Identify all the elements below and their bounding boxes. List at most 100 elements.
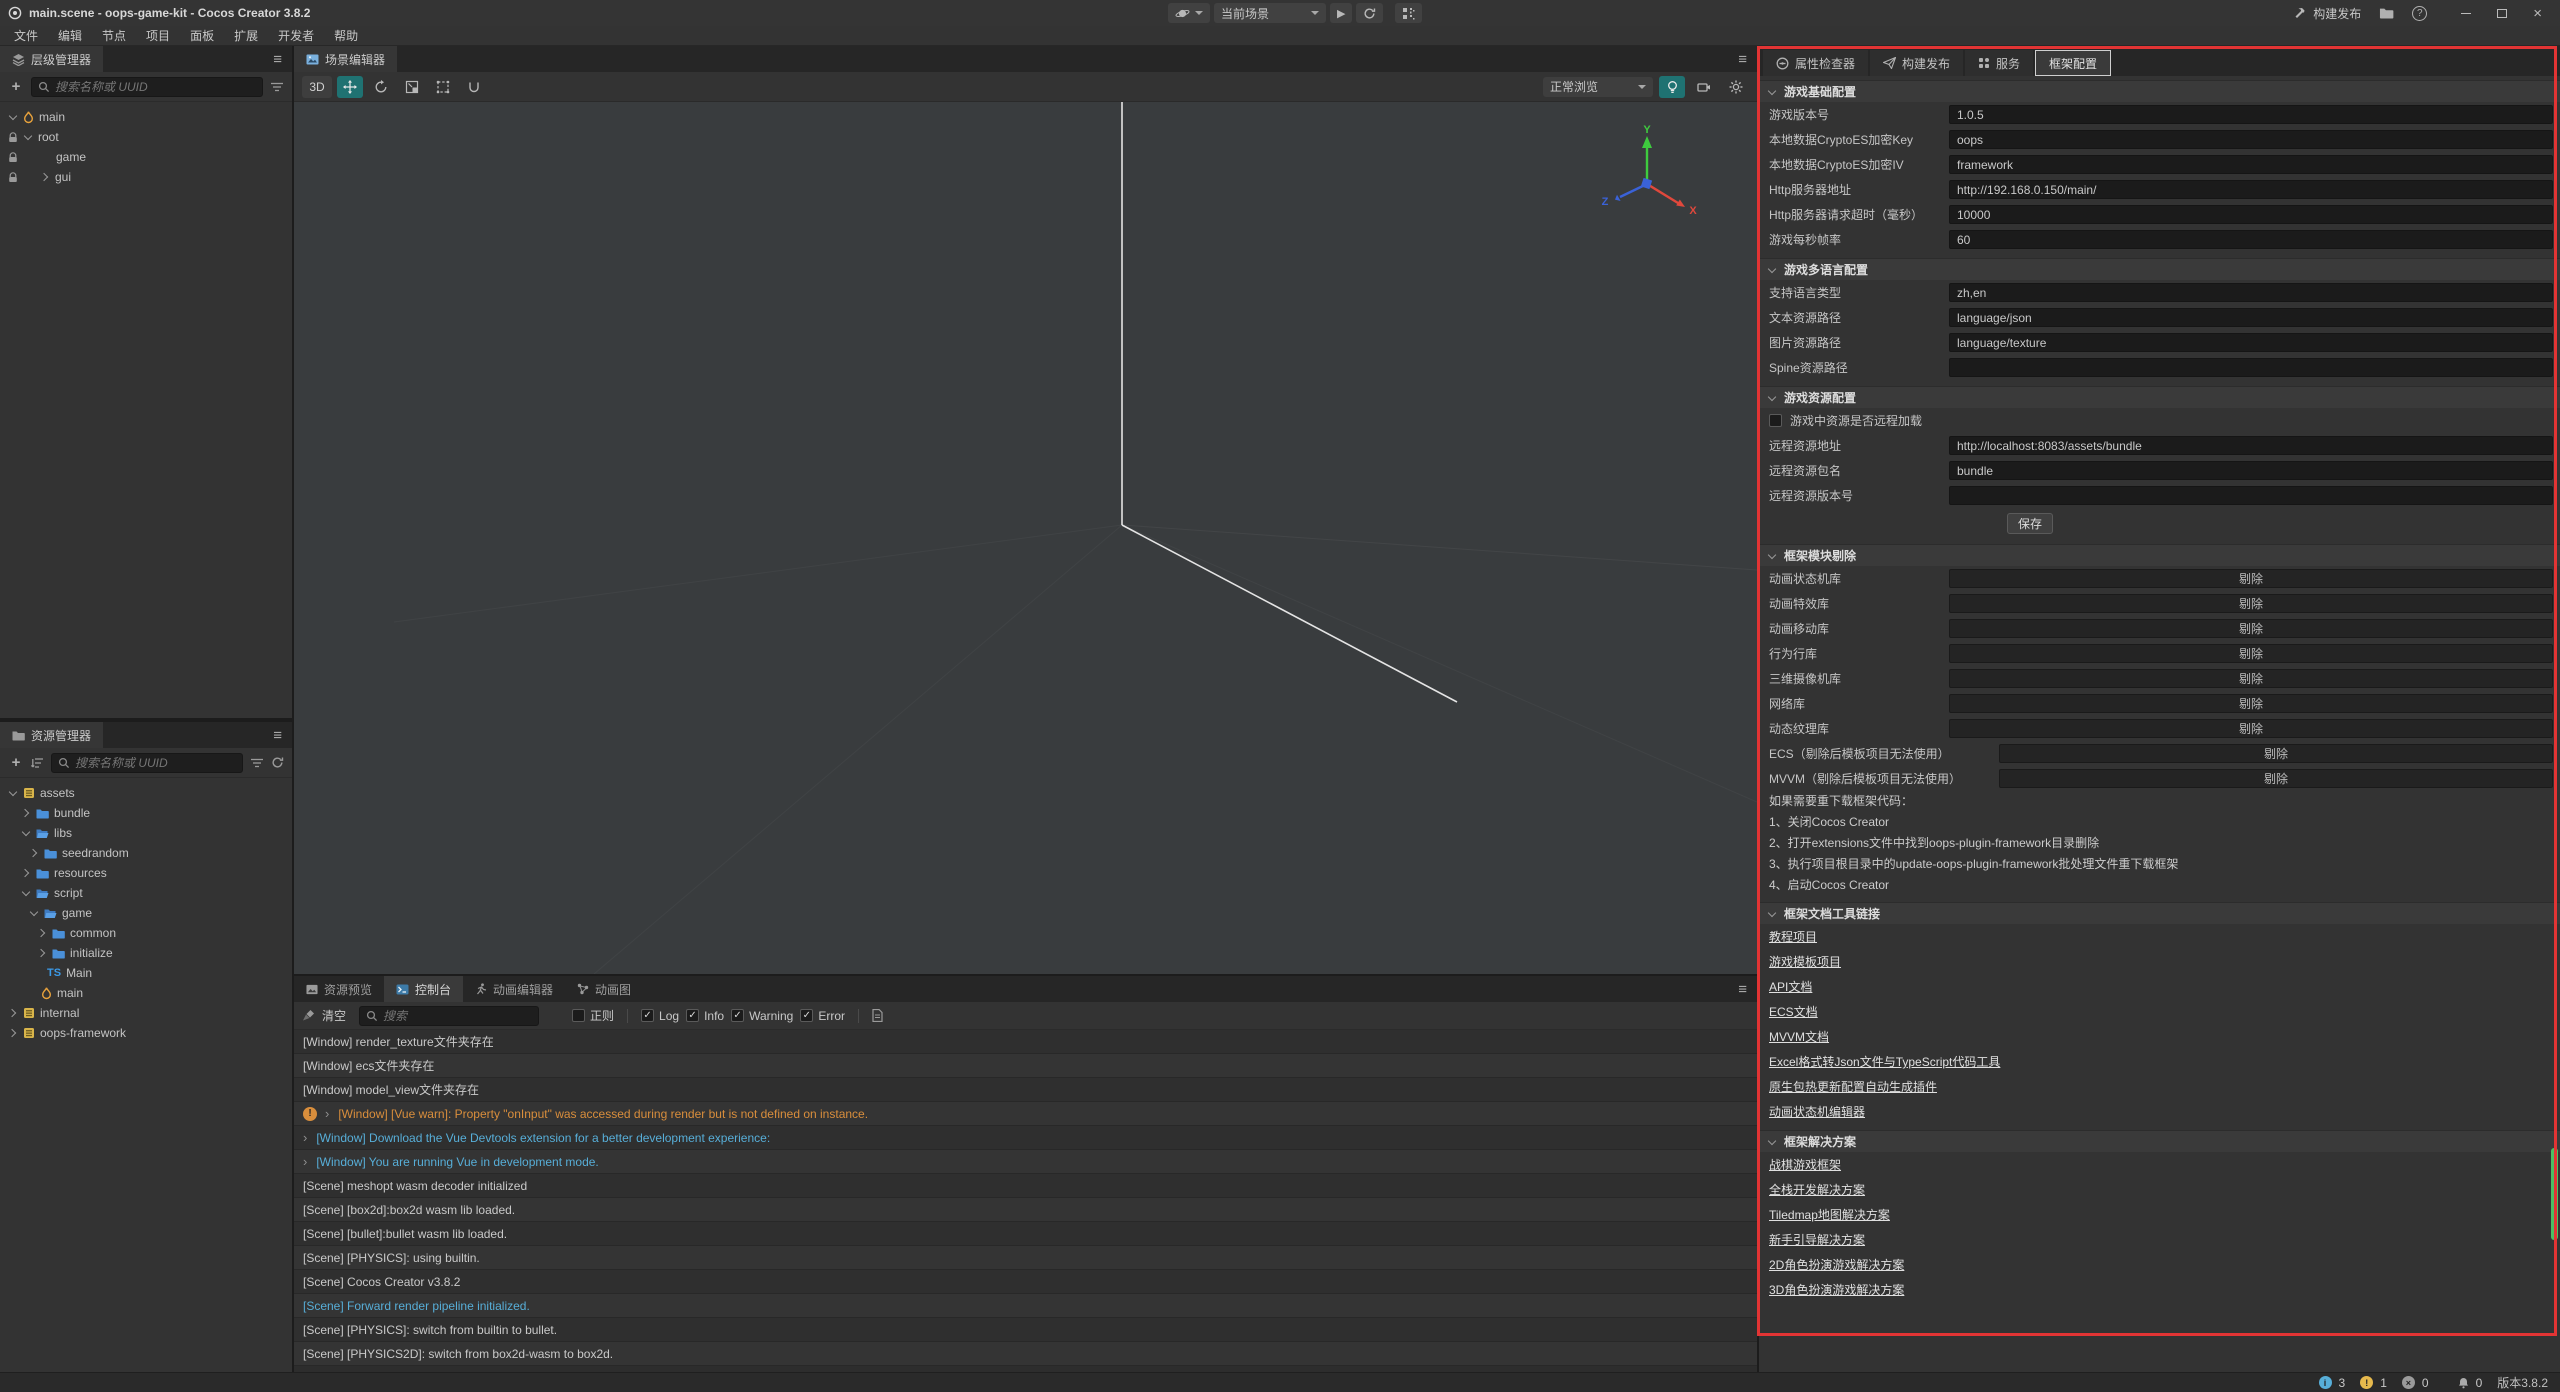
remove-button[interactable]: 剔除 bbox=[1949, 694, 2553, 713]
chevron-right-icon[interactable] bbox=[8, 1028, 18, 1038]
remove-button[interactable]: 剔除 bbox=[1949, 619, 2553, 638]
chevron-down-icon[interactable] bbox=[29, 908, 39, 918]
tree-node-main[interactable]: main bbox=[0, 107, 292, 127]
clear-button[interactable]: 清空 bbox=[322, 1007, 346, 1024]
gizmo-space-button[interactable] bbox=[461, 76, 487, 98]
chevron-right-icon[interactable] bbox=[21, 808, 31, 818]
add-asset-button[interactable]: + bbox=[8, 754, 24, 771]
broom-icon[interactable] bbox=[302, 1009, 315, 1022]
log-row-info[interactable]: › [Window] Download the Vue Devtools ext… bbox=[294, 1126, 1757, 1150]
menu-file[interactable]: 文件 bbox=[4, 27, 48, 44]
chevron-down-icon[interactable] bbox=[8, 112, 18, 122]
log-row[interactable]: [Scene] [PHYSICS2D]: switch from box2d-w… bbox=[294, 1342, 1757, 1366]
section-game-base-config[interactable]: 游戏基础配置 bbox=[1759, 80, 2560, 102]
tab-scene-editor[interactable]: 场景编辑器 bbox=[294, 46, 397, 72]
asset-row-main-scene[interactable]: main bbox=[0, 983, 292, 1003]
log-row[interactable]: [Scene] [PHYSICS]: using builtin. bbox=[294, 1246, 1757, 1270]
tab-assets[interactable]: 资源管理器 bbox=[0, 722, 103, 748]
remove-button[interactable]: 剔除 bbox=[1949, 644, 2553, 663]
section-solutions[interactable]: 框架解决方案 bbox=[1759, 1130, 2560, 1152]
chevron-down-icon[interactable] bbox=[8, 788, 18, 798]
error-icon[interactable]: × bbox=[2402, 1376, 2415, 1389]
help-icon[interactable]: ? bbox=[2412, 6, 2427, 21]
preview-target-button[interactable] bbox=[1168, 3, 1210, 23]
asset-row-resources[interactable]: resources bbox=[0, 863, 292, 883]
menu-developer[interactable]: 开发者 bbox=[268, 27, 324, 44]
doc-link[interactable]: 教程项目 bbox=[1769, 928, 1817, 945]
remove-button[interactable]: 剔除 bbox=[1949, 719, 2553, 738]
doc-link[interactable]: MVVM文档 bbox=[1769, 1028, 1829, 1045]
log-row[interactable]: [Scene] Cocos Creator v3.8.2 bbox=[294, 1270, 1757, 1294]
regex-filter[interactable]: 正则 bbox=[572, 1007, 614, 1024]
folder-icon[interactable] bbox=[2379, 7, 2394, 19]
chevron-right-icon[interactable] bbox=[37, 948, 47, 958]
http-timeout-input[interactable] bbox=[1949, 205, 2553, 224]
console-menu-icon[interactable]: ≡ bbox=[1728, 976, 1757, 1002]
menu-project[interactable]: 项目 bbox=[136, 27, 180, 44]
solution-link[interactable]: 新手引导解决方案 bbox=[1769, 1231, 1865, 1248]
asset-row-initialize[interactable]: initialize bbox=[0, 943, 292, 963]
log-row[interactable]: [Window] ecs文件夹存在 bbox=[294, 1054, 1757, 1078]
hierarchy-search-input[interactable] bbox=[55, 80, 256, 94]
restart-button[interactable] bbox=[1356, 3, 1383, 23]
add-node-button[interactable]: + bbox=[8, 78, 24, 95]
refresh-icon[interactable] bbox=[271, 756, 284, 769]
crypto-key-input[interactable] bbox=[1949, 130, 2553, 149]
doc-link[interactable]: 原生包热更新配置自动生成插件 bbox=[1769, 1078, 1937, 1095]
build-publish-button[interactable]: 构建发布 bbox=[2294, 5, 2361, 22]
warning-checkbox[interactable] bbox=[731, 1009, 744, 1022]
move-tool-button[interactable] bbox=[337, 76, 363, 98]
doc-link[interactable]: 游戏模板项目 bbox=[1769, 953, 1841, 970]
asset-row-game[interactable]: game bbox=[0, 903, 292, 923]
console-search-input[interactable] bbox=[383, 1009, 532, 1023]
log-row[interactable]: [Window] model_view文件夹存在 bbox=[294, 1078, 1757, 1102]
remove-button[interactable]: 剔除 bbox=[1999, 769, 2553, 788]
menu-panel[interactable]: 面板 bbox=[180, 27, 224, 44]
remote-version-input[interactable] bbox=[1949, 486, 2553, 505]
rect-tool-button[interactable] bbox=[430, 76, 456, 98]
expand-chevron-icon[interactable]: › bbox=[325, 1107, 329, 1120]
light-toggle-button[interactable] bbox=[1659, 76, 1685, 98]
filter-info[interactable]: Info bbox=[686, 1009, 724, 1023]
filter-warning[interactable]: Warning bbox=[731, 1009, 793, 1023]
frame-rate-input[interactable] bbox=[1949, 230, 2553, 249]
doc-link[interactable]: API文档 bbox=[1769, 978, 1812, 995]
log-file-icon[interactable] bbox=[872, 1009, 883, 1022]
menu-node[interactable]: 节点 bbox=[92, 27, 136, 44]
rotate-tool-button[interactable] bbox=[368, 76, 394, 98]
minimize-button[interactable] bbox=[2461, 13, 2471, 14]
warning-icon[interactable]: ! bbox=[2360, 1376, 2373, 1389]
tab-asset-preview[interactable]: 资源预览 bbox=[294, 976, 384, 1002]
sort-icon[interactable] bbox=[31, 757, 44, 769]
menu-extension[interactable]: 扩展 bbox=[224, 27, 268, 44]
image-res-path-input[interactable] bbox=[1949, 333, 2553, 352]
section-doc-links[interactable]: 框架文档工具链接 bbox=[1759, 902, 2560, 924]
section-module-trim[interactable]: 框架模块剔除 bbox=[1759, 544, 2560, 566]
error-checkbox[interactable] bbox=[800, 1009, 813, 1022]
scene-select[interactable]: 当前场景 bbox=[1214, 3, 1326, 23]
remove-button[interactable]: 剔除 bbox=[1949, 594, 2553, 613]
remove-button[interactable]: 剔除 bbox=[1949, 569, 2553, 588]
log-checkbox[interactable] bbox=[641, 1009, 654, 1022]
log-row[interactable]: [Scene] [PHYSICS]: switch from builtin t… bbox=[294, 1318, 1757, 1342]
http-server-input[interactable] bbox=[1949, 180, 2553, 199]
menu-help[interactable]: 帮助 bbox=[324, 27, 368, 44]
chevron-right-icon[interactable] bbox=[37, 928, 47, 938]
tab-build-publish[interactable]: 构建发布 bbox=[1870, 50, 1963, 76]
expand-chevron-icon[interactable]: › bbox=[303, 1155, 307, 1168]
tree-node-game[interactable]: game bbox=[0, 147, 292, 167]
assets-menu-icon[interactable]: ≡ bbox=[263, 722, 292, 748]
view-mode-select[interactable]: 正常浏览 bbox=[1543, 77, 1653, 97]
chevron-down-icon[interactable] bbox=[21, 888, 31, 898]
remote-url-input[interactable] bbox=[1949, 436, 2553, 455]
crypto-iv-input[interactable] bbox=[1949, 155, 2553, 174]
doc-link[interactable]: Excel格式转Json文件与TypeScript代码工具 bbox=[1769, 1053, 2000, 1070]
asset-row-Main[interactable]: TS Main bbox=[0, 963, 292, 983]
scale-tool-button[interactable] bbox=[399, 76, 425, 98]
chevron-right-icon[interactable] bbox=[29, 848, 39, 858]
filter-log[interactable]: Log bbox=[641, 1009, 679, 1023]
log-row-info[interactable]: › [Window] You are running Vue in develo… bbox=[294, 1150, 1757, 1174]
spine-res-path-input[interactable] bbox=[1949, 358, 2553, 377]
chevron-right-icon[interactable] bbox=[21, 868, 31, 878]
scene-menu-icon[interactable]: ≡ bbox=[1728, 46, 1757, 72]
